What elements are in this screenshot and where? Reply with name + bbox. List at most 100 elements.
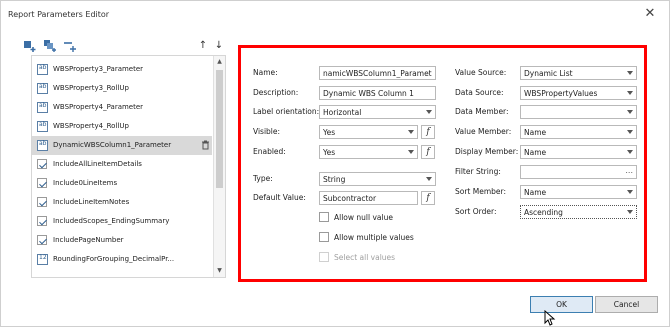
label-orientation-select[interactable]: Horizontal [319, 105, 436, 119]
enabled-expression-button[interactable]: f [421, 145, 435, 159]
visible-expression-button[interactable]: f [421, 125, 435, 139]
ab-icon [37, 121, 48, 132]
data-member-select[interactable] [520, 105, 637, 119]
list-item[interactable]: IncludeAllLineItemDetails [32, 155, 212, 174]
ok-button[interactable]: OK [530, 296, 593, 313]
default-value-input[interactable]: Subcontractor [319, 191, 418, 205]
chevron-down-icon [426, 177, 432, 181]
sort-member-label: Sort Member: [455, 187, 507, 196]
enabled-select[interactable]: Yes [319, 145, 418, 159]
list-item-label: IncludeLineItemNotes [53, 198, 130, 206]
checkbox-icon [37, 197, 47, 207]
list-item-label: RoundingForGrouping_DecimalPr... [53, 255, 175, 263]
type-value: String [323, 175, 346, 184]
list-item[interactable]: IncludedScopes_EndingSummary [32, 212, 212, 231]
list-item-label: WBSProperty4_RollUp [53, 122, 129, 130]
chevron-down-icon [627, 130, 633, 134]
list-item[interactable]: Include0LineItems [32, 174, 212, 193]
visible-select[interactable]: Yes [319, 125, 418, 139]
chevron-down-icon [426, 110, 432, 114]
checkbox-icon [37, 235, 47, 245]
duplicate-parameter-icon[interactable] [43, 39, 57, 53]
add-parameter-icon[interactable] [23, 39, 37, 53]
mouse-cursor-icon [544, 309, 556, 326]
list-item[interactable]: WBSProperty3_RollUp [32, 79, 212, 98]
select-all-checkbox[interactable] [319, 252, 329, 262]
close-icon[interactable]: ✕ [642, 6, 658, 22]
display-member-label: Display Member: [455, 147, 519, 156]
scroll-down-icon[interactable]: ▼ [214, 265, 225, 277]
value-member-label: Value Member: [455, 127, 512, 136]
description-label: Description: [253, 88, 299, 97]
allow-null-checkbox[interactable] [319, 212, 329, 222]
name-input[interactable]: namicWBSColumn1_Parameter [319, 66, 436, 80]
scroll-thumb[interactable] [216, 70, 223, 188]
parameter-toolbar: ↑ ↓ [23, 39, 228, 55]
sort-member-value: Name [524, 188, 547, 197]
sort-order-label: Sort Order: [455, 207, 497, 216]
window-title: Report Parameters Editor [8, 10, 110, 19]
description-input[interactable]: Dynamic WBS Column 1 [319, 86, 436, 100]
move-down-icon[interactable]: ↓ [213, 39, 225, 53]
data-member-label: Data Member: [455, 107, 509, 116]
report-parameters-editor-dialog: Report Parameters Editor ✕ ↑ ↓ WBSProper… [0, 0, 670, 327]
chevron-down-icon [627, 150, 633, 154]
value-source-value: Dynamic List [524, 69, 573, 78]
list-item-label: Include0LineItems [53, 179, 118, 187]
type-select[interactable]: String [319, 172, 436, 186]
list-item[interactable]: IncludePageNumber [32, 231, 212, 250]
list-scrollbar[interactable]: ▲ ▼ [213, 56, 225, 277]
cancel-button[interactable]: Cancel [595, 296, 658, 313]
enabled-label: Enabled: [253, 147, 286, 156]
chevron-down-icon [627, 71, 633, 75]
list-item-label: WBSProperty3_RollUp [53, 84, 129, 92]
enabled-value: Yes [323, 148, 336, 157]
list-item-label: WBSProperty4_Parameter [53, 103, 144, 111]
description-value: Dynamic WBS Column 1 [323, 89, 414, 98]
chevron-down-icon [627, 91, 633, 95]
number-icon [37, 254, 48, 265]
checkbox-icon [37, 178, 47, 188]
list-item[interactable]: WBSProperty4_RollUp [32, 117, 212, 136]
value-source-select[interactable]: Dynamic List [520, 66, 637, 80]
move-up-icon[interactable]: ↑ [197, 39, 209, 53]
sort-order-value: Ascending [524, 208, 563, 217]
chevron-down-icon [408, 130, 414, 134]
ab-icon [37, 140, 48, 151]
display-member-select[interactable]: Name [520, 145, 637, 159]
default-value-label: Default Value: [253, 193, 306, 202]
remove-parameter-icon[interactable] [63, 39, 77, 53]
value-source-label: Value Source: [455, 68, 507, 77]
ab-icon [37, 64, 48, 75]
ab-icon [37, 102, 48, 113]
checkbox-icon [37, 159, 47, 169]
allow-multiple-checkbox[interactable] [319, 232, 329, 242]
filter-string-input[interactable]: ... [520, 165, 637, 179]
list-item-selected[interactable]: DynamicWBSColumn1_Parameter [32, 136, 212, 155]
data-source-label: Data Source: [455, 88, 504, 97]
scroll-up-icon[interactable]: ▲ [214, 56, 225, 68]
list-item[interactable]: RoundingForGrouping_DecimalPr... [32, 250, 212, 269]
checkbox-icon [37, 216, 47, 226]
list-item[interactable]: WBSProperty3_Parameter [32, 60, 212, 79]
list-item[interactable]: WBSProperty4_Parameter [32, 98, 212, 117]
value-member-value: Name [524, 128, 547, 137]
data-source-select[interactable]: WBSPropertyValues [520, 86, 637, 100]
value-member-select[interactable]: Name [520, 125, 637, 139]
trash-icon[interactable] [201, 140, 210, 150]
parameter-list: WBSProperty3_Parameter WBSProperty3_Roll… [31, 55, 226, 278]
visible-value: Yes [323, 128, 336, 137]
sort-member-select[interactable]: Name [520, 185, 637, 199]
list-item-label: WBSProperty3_Parameter [53, 65, 144, 73]
chevron-down-icon [627, 190, 633, 194]
sort-order-select[interactable]: Ascending [520, 205, 637, 219]
ellipsis-icon[interactable]: ... [625, 166, 633, 175]
default-value-expression-button[interactable]: f [421, 191, 435, 205]
visible-label: Visible: [253, 127, 281, 136]
list-item-label: IncludeAllLineItemDetails [53, 160, 142, 168]
data-source-value: WBSPropertyValues [524, 89, 598, 98]
list-item[interactable]: IncludeLineItemNotes [32, 193, 212, 212]
label-orientation-value: Horizontal [323, 108, 362, 117]
type-label: Type: [253, 174, 273, 183]
allow-multiple-label: Allow multiple values [334, 233, 414, 242]
